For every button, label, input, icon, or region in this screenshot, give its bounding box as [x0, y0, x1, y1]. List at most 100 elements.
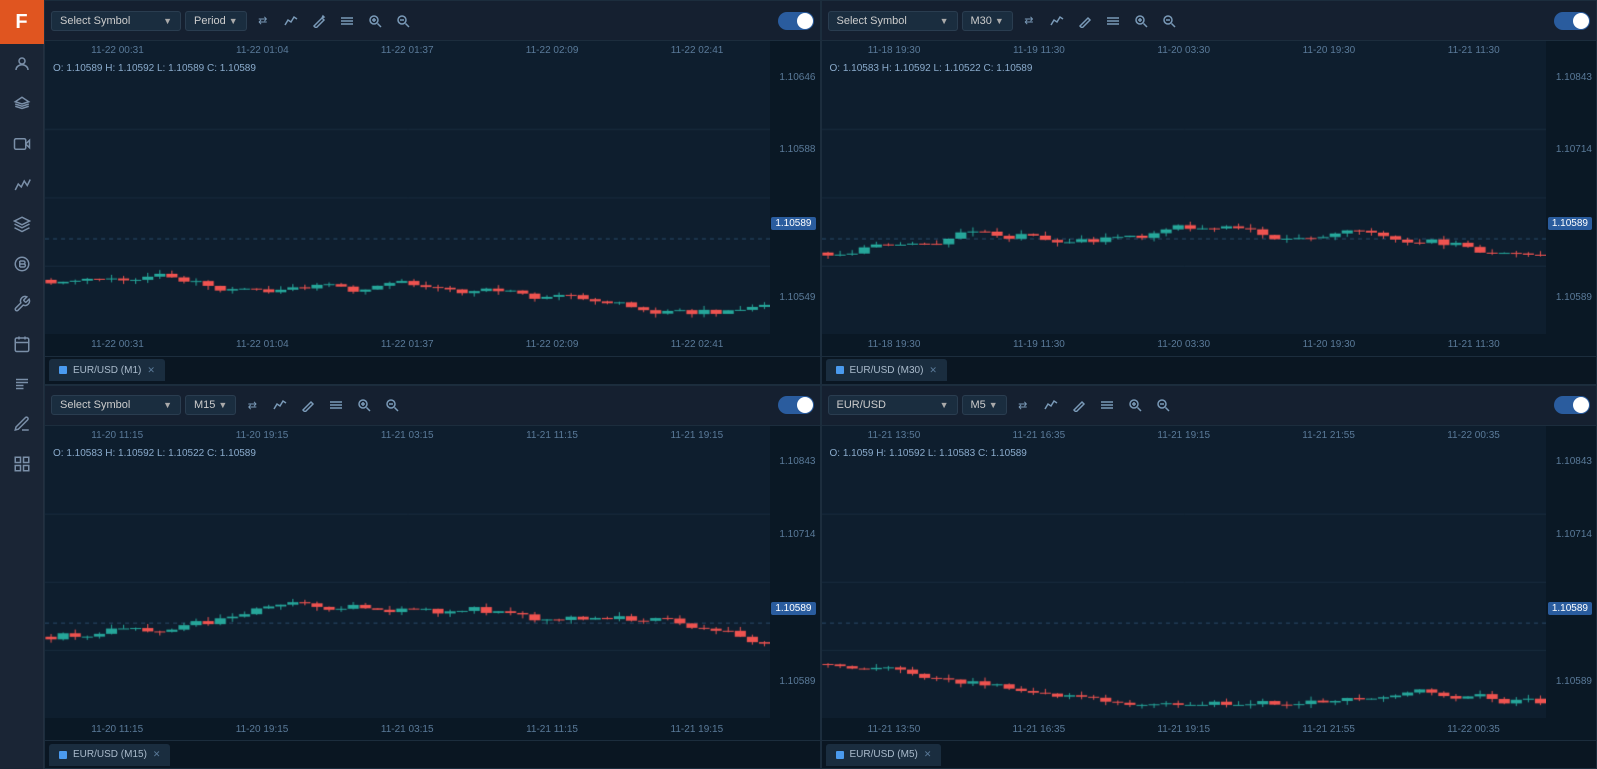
symbol-select-top-right[interactable]: Select Symbol ▼: [828, 11, 958, 31]
toggle-bottom-right[interactable]: [1554, 396, 1590, 414]
symbol-select-bottom-left[interactable]: Select Symbol ▼: [51, 395, 181, 415]
period-arrow-br: ▼: [989, 400, 998, 410]
tab-bar-top-left: EUR/USD (M1) ✕: [45, 356, 820, 384]
price-axis-bottom-left: 1.10843 1.10714 1.10589 1.10589: [770, 426, 820, 719]
toggle-top-right[interactable]: [1554, 12, 1590, 30]
price-axis-top-right: 1.10843 1.10714 1.10589 1.10589: [1546, 41, 1596, 334]
chart-tab-top-left[interactable]: EUR/USD (M1) ✕: [49, 359, 165, 381]
timestamps-top-left: 11-22 00:31 11-22 01:04 11-22 01:37 11-2…: [45, 45, 770, 56]
bottom-axis-top-right: 11-18 19:30 11-19 11:30 11-20 03:30 11-2…: [822, 334, 1597, 356]
zoom-out-icon-top-left[interactable]: [391, 9, 415, 33]
sidebar-item-video[interactable]: [0, 124, 44, 164]
toggle-bottom-left[interactable]: [778, 396, 814, 414]
chart-area-bottom-right: 11-21 13:50 11-21 16:35 11-21 19:15 11-2…: [822, 426, 1597, 719]
zoom-out-icon-bottom-right[interactable]: [1151, 393, 1175, 417]
sidebar-item-chart[interactable]: [0, 164, 44, 204]
symbol-select-top-left[interactable]: Select Symbol ▼: [51, 11, 181, 31]
current-price-bottom-left: 1.10589: [771, 602, 815, 615]
swap-icon-bottom-right[interactable]: ⇄: [1011, 393, 1035, 417]
zoom-in-icon-bottom-left[interactable]: [352, 393, 376, 417]
swap-icon-top-left[interactable]: ⇄: [251, 9, 275, 33]
toggle-knob-top-right: [1573, 13, 1589, 29]
toolbar-bottom-right: EUR/USD ▼ M5 ▼ ⇄: [822, 386, 1597, 426]
bottom-axis-top-left: 11-22 00:31 11-22 01:04 11-22 01:37 11-2…: [45, 334, 820, 356]
toolbar-bottom-left: Select Symbol ▼ M15 ▼ ⇄: [45, 386, 820, 426]
chart-tab-top-right[interactable]: EUR/USD (M30) ✕: [826, 359, 947, 381]
sidebar-item-calendar[interactable]: [0, 324, 44, 364]
chart-type-icon-bottom-right[interactable]: [1039, 393, 1063, 417]
sidebar-item-news[interactable]: [0, 364, 44, 404]
bottom-axis-bottom-right: 11-21 13:50 11-21 16:35 11-21 19:15 11-2…: [822, 718, 1597, 740]
tab-bar-top-right: EUR/USD (M30) ✕: [822, 356, 1597, 384]
symbol-dropdown-arrow-tr: ▼: [940, 16, 949, 26]
toggle-knob-bottom-left: [797, 397, 813, 413]
period-arrow-bl: ▼: [218, 400, 227, 410]
sidebar-item-education[interactable]: [0, 204, 44, 244]
toolbar-top-left: Select Symbol ▼ Period ▼ ⇄: [45, 1, 820, 41]
indicators-icon-bottom-left[interactable]: [324, 393, 348, 417]
swap-icon-bottom-left[interactable]: ⇄: [240, 393, 264, 417]
sidebar-item-draw[interactable]: [0, 404, 44, 444]
indicators-icon-bottom-right[interactable]: [1095, 393, 1119, 417]
toggle-top-left[interactable]: [778, 12, 814, 30]
tab-bar-bottom-right: EUR/USD (M5) ✕: [822, 740, 1597, 768]
indicators-icon-top-right[interactable]: [1101, 9, 1125, 33]
chart-tab-bottom-left[interactable]: EUR/USD (M15) ✕: [49, 744, 170, 766]
current-price-top-left: 1.10589: [771, 217, 815, 230]
toolbar-top-right: Select Symbol ▼ M30 ▼ ⇄: [822, 1, 1597, 41]
period-button-top-right[interactable]: M30 ▼: [962, 11, 1013, 31]
price-axis-bottom-right: 1.10843 1.10714 1.10589 1.10589: [1546, 426, 1596, 719]
timestamps-bottom-left: 11-20 11:15 11-20 19:15 11-21 03:15 11-2…: [45, 430, 770, 441]
zoom-out-icon-top-right[interactable]: [1157, 9, 1181, 33]
chart-panel-bottom-right: EUR/USD ▼ M5 ▼ ⇄: [821, 385, 1597, 769]
chart-area-top-left: 11-22 00:31 11-22 01:04 11-22 01:37 11-2…: [45, 41, 820, 334]
indicators-icon-top-left[interactable]: [335, 9, 359, 33]
chart-type-icon-bottom-left[interactable]: [268, 393, 292, 417]
symbol-dropdown-arrow: ▼: [163, 16, 172, 26]
timestamps-bottom-right: 11-21 13:50 11-21 16:35 11-21 19:15 11-2…: [822, 430, 1547, 441]
chart-type-icon-top-left[interactable]: [279, 9, 303, 33]
candlestick-chart-bottom-right: [822, 446, 1547, 719]
tab-close-top-right[interactable]: ✕: [929, 365, 937, 376]
zoom-out-icon-bottom-left[interactable]: [380, 393, 404, 417]
zoom-in-icon-top-left[interactable]: [363, 9, 387, 33]
draw-icon-top-left[interactable]: [307, 9, 331, 33]
chart-panel-top-left: Select Symbol ▼ Period ▼ ⇄: [44, 0, 821, 385]
chart-area-top-right: 11-18 19:30 11-19 11:30 11-20 03:30 11-2…: [822, 41, 1597, 334]
period-arrow-tr: ▼: [995, 16, 1004, 26]
timestamps-top-right: 11-18 19:30 11-19 11:30 11-20 03:30 11-2…: [822, 45, 1547, 56]
symbol-select-bottom-right[interactable]: EUR/USD ▼: [828, 395, 958, 415]
zoom-in-icon-bottom-right[interactable]: [1123, 393, 1147, 417]
logo[interactable]: F: [0, 0, 44, 44]
zoom-in-icon-top-right[interactable]: [1129, 9, 1153, 33]
bottom-axis-bottom-left: 11-20 11:15 11-20 19:15 11-21 03:15 11-2…: [45, 718, 820, 740]
period-arrow: ▼: [229, 16, 238, 26]
tab-close-bottom-left[interactable]: ✕: [153, 749, 161, 760]
toggle-knob-bottom-right: [1573, 397, 1589, 413]
draw-icon-bottom-right[interactable]: [1067, 393, 1091, 417]
period-button-bottom-right[interactable]: M5 ▼: [962, 395, 1007, 415]
tab-icon-bottom-left: [59, 751, 67, 759]
sidebar-item-grid[interactable]: [0, 444, 44, 484]
tab-close-top-left[interactable]: ✕: [147, 365, 155, 376]
sidebar-item-balance[interactable]: [0, 84, 44, 124]
period-button-bottom-left[interactable]: M15 ▼: [185, 395, 236, 415]
swap-icon-top-right[interactable]: ⇄: [1017, 9, 1041, 33]
chart-tab-bottom-right[interactable]: EUR/USD (M5) ✕: [826, 744, 942, 766]
chart-area-bottom-left: 11-20 11:15 11-20 19:15 11-21 03:15 11-2…: [45, 426, 820, 719]
main-content: Select Symbol ▼ Period ▼ ⇄: [44, 0, 1597, 769]
sidebar-item-tools[interactable]: [0, 284, 44, 324]
period-button-top-left[interactable]: Period ▼: [185, 11, 247, 31]
symbol-dropdown-arrow-br: ▼: [940, 400, 949, 410]
tab-icon-bottom-right: [836, 751, 844, 759]
chart-grid: Select Symbol ▼ Period ▼ ⇄: [44, 0, 1597, 769]
draw-icon-bottom-left[interactable]: [296, 393, 320, 417]
sidebar-item-crypto[interactable]: [0, 244, 44, 284]
sidebar: F: [0, 0, 44, 769]
sidebar-item-user[interactable]: [0, 44, 44, 84]
tab-close-bottom-right[interactable]: ✕: [924, 749, 932, 760]
chart-type-icon-top-right[interactable]: [1045, 9, 1069, 33]
toggle-knob-top-left: [797, 13, 813, 29]
current-price-bottom-right: 1.10589: [1548, 602, 1592, 615]
draw-icon-top-right[interactable]: [1073, 9, 1097, 33]
